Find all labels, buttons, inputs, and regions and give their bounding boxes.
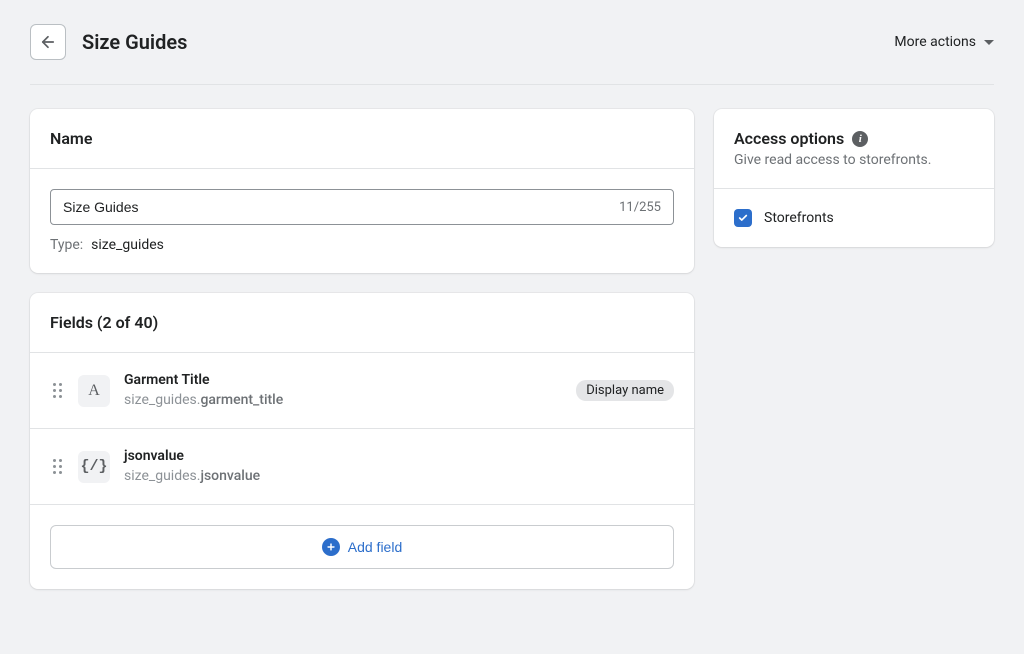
add-field-label: Add field [348,539,402,555]
field-name: jsonvalue [124,447,674,467]
add-field-button[interactable]: Add field [50,525,674,569]
field-row[interactable]: A Garment Title size_guides.garment_titl… [30,352,694,428]
type-label: Type: [50,237,83,253]
more-actions-dropdown[interactable]: More actions [894,34,994,50]
fields-section-title: Fields (2 of 40) [50,313,674,332]
drag-handle-icon[interactable] [50,459,64,474]
display-name-badge: Display name [576,380,674,401]
storefronts-label: Storefronts [764,210,834,226]
back-button[interactable] [30,24,66,60]
drag-handle-icon[interactable] [50,383,64,398]
page-title: Size Guides [82,30,187,54]
access-title: Access options [734,129,844,148]
access-subtitle: Give read access to storefronts. [734,152,974,168]
name-input-wrap: 11/255 [50,189,674,225]
fields-card: Fields (2 of 40) A Garment Title [30,293,694,589]
field-key: size_guides.garment_title [124,391,562,411]
plus-circle-icon [322,538,340,556]
field-name: Garment Title [124,371,562,391]
name-section-title: Name [50,129,674,148]
json-type-icon: {/} [78,451,110,483]
type-value: size_guides [91,237,164,253]
more-actions-label: More actions [894,34,976,50]
field-row[interactable]: {/} jsonvalue size_guides.jsonvalue [30,428,694,504]
check-icon [737,213,749,223]
name-char-count: 11/255 [619,200,661,215]
access-options-card: Access options i Give read access to sto… [714,109,994,247]
arrow-left-icon [39,33,57,51]
chevron-down-icon [984,40,994,45]
info-icon[interactable]: i [852,131,868,147]
name-card: Name 11/255 Type: size_guides [30,109,694,273]
text-type-icon: A [78,375,110,407]
type-line: Type: size_guides [50,237,674,253]
field-key: size_guides.jsonvalue [124,467,674,487]
storefronts-checkbox[interactable] [734,209,752,227]
page-header: Size Guides More actions [30,24,994,85]
name-input[interactable] [63,199,619,215]
